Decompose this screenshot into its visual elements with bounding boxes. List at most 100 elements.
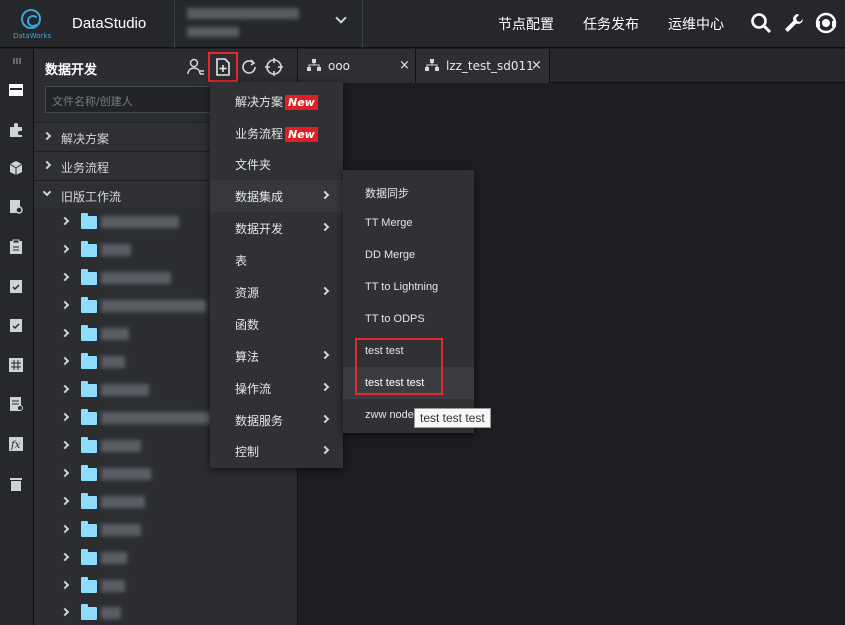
submenu-item-tt-to-odps[interactable]: TT to ODPS <box>343 303 474 335</box>
menu-item-data-service[interactable]: 数据服务 <box>210 404 343 436</box>
menu-item-folder[interactable]: 文件夹 <box>210 148 343 180</box>
search-icon[interactable] <box>750 12 772 34</box>
tooltip: test test test <box>414 408 491 428</box>
menu-item-algorithm[interactable]: 算法 <box>210 340 343 372</box>
project-selector[interactable] <box>187 4 355 44</box>
chevron-right-icon <box>60 440 70 450</box>
menu-item-label: 函数 <box>235 318 260 332</box>
close-icon[interactable]: × <box>399 58 410 73</box>
folder-icon <box>81 325 97 341</box>
tree-folder-row[interactable] <box>34 544 298 572</box>
folder-icon <box>81 269 97 285</box>
nav-task-publish[interactable]: 任务发布 <box>583 14 639 34</box>
menu-item-resource[interactable]: 资源 <box>210 276 343 308</box>
locate-icon[interactable] <box>264 57 284 77</box>
search-input[interactable]: 文件名称/创建人 <box>45 86 215 113</box>
tab-ooo[interactable]: ooo × <box>298 49 416 83</box>
form-icon[interactable] <box>8 396 24 412</box>
menu-item-table[interactable]: 表 <box>210 244 343 276</box>
svg-text:fx: fx <box>10 440 21 451</box>
close-icon[interactable]: × <box>531 58 542 73</box>
new-file-icon[interactable] <box>213 57 233 77</box>
doc-search-icon[interactable] <box>8 199 24 215</box>
folder-name-redacted <box>101 412 211 424</box>
grid-icon[interactable] <box>8 357 24 373</box>
folder-name-redacted <box>101 552 127 564</box>
chevron-right-icon <box>60 356 70 366</box>
clipboard-verify-icon[interactable] <box>8 317 24 333</box>
menu-item-label: 操作流 <box>235 382 272 396</box>
tab-lzz-test-sd011[interactable]: lzz_test_sd011 × <box>416 49 550 83</box>
menu-item-operation-flow[interactable]: 操作流 <box>210 372 343 404</box>
chevron-right-icon <box>320 286 330 296</box>
project-name-redacted <box>187 8 299 19</box>
menu-item-control[interactable]: 控制 <box>210 435 343 467</box>
function-icon[interactable]: fx <box>8 436 24 452</box>
nav-ops-center[interactable]: 运维中心 <box>668 14 724 34</box>
top-bar: DataWorks DataStudio 节点配置 任务发布 运维中心 <box>0 0 845 48</box>
folder-name-redacted <box>101 496 145 508</box>
data-dev-icon[interactable] <box>8 82 24 98</box>
clipboard-icon[interactable] <box>8 239 24 255</box>
chevron-right-icon <box>320 222 330 232</box>
header-divider <box>174 0 175 48</box>
menu-item-label: 算法 <box>235 350 260 364</box>
submenu-item-data-sync[interactable]: 数据同步 <box>343 175 474 207</box>
chevron-right-icon <box>320 382 330 392</box>
folder-icon <box>81 521 97 537</box>
menu-item-function[interactable]: 函数 <box>210 308 343 340</box>
chevron-right-icon <box>60 552 70 562</box>
refresh-icon[interactable] <box>239 57 259 77</box>
menu-item-data-integration[interactable]: 数据集成 <box>210 180 343 212</box>
nav-node-config[interactable]: 节点配置 <box>498 14 554 34</box>
folder-name-redacted <box>101 580 125 592</box>
menu-item-business-flow[interactable]: 业务流程 New <box>210 117 343 149</box>
dataworks-logo[interactable]: DataWorks <box>12 8 51 42</box>
chevron-right-icon <box>60 328 70 338</box>
folder-icon <box>81 353 97 369</box>
section-label: 旧版工作流 <box>61 190 122 204</box>
menu-item-label: 表 <box>235 254 248 268</box>
folder-icon <box>81 493 97 509</box>
menu-item-solution[interactable]: 解决方案 New <box>210 85 343 117</box>
tab-label: ooo <box>328 59 351 73</box>
menu-item-label: 业务流程 <box>235 127 284 141</box>
puzzle-icon[interactable] <box>8 122 24 138</box>
new-badge: New <box>285 95 318 110</box>
folder-name-redacted <box>101 356 125 368</box>
tree-folder-row[interactable] <box>34 516 298 544</box>
logo-mark-icon <box>21 9 41 29</box>
menu-item-data-dev[interactable]: 数据开发 <box>210 212 343 244</box>
chevron-right-icon <box>60 272 70 282</box>
submenu-item-label: TT Merge <box>365 217 413 229</box>
submenu-item-label: TT to ODPS <box>365 313 425 325</box>
support-icon[interactable] <box>815 12 837 34</box>
menu-item-label: 控制 <box>235 445 260 459</box>
submenu-item-label: DD Merge <box>365 249 416 261</box>
cube-icon[interactable] <box>8 160 24 176</box>
clipboard-check-icon[interactable] <box>8 278 24 294</box>
chevron-right-icon <box>320 445 330 455</box>
collapse-handle-icon[interactable] <box>9 53 25 64</box>
tree-folder-row[interactable] <box>34 599 298 625</box>
folder-name-redacted <box>101 524 141 536</box>
submenu-item-tt-merge[interactable]: TT Merge <box>343 207 474 239</box>
user-filter-icon[interactable] <box>186 57 206 77</box>
tree-folder-row[interactable] <box>34 488 298 516</box>
wrench-icon[interactable] <box>783 12 805 34</box>
submenu-item-dd-merge[interactable]: DD Merge <box>343 239 474 271</box>
chevron-right-icon <box>42 131 52 141</box>
new-badge: New <box>285 127 318 142</box>
logo-caption: DataWorks <box>13 32 52 40</box>
section-label: 解决方案 <box>61 132 110 146</box>
trash-icon[interactable] <box>8 476 24 492</box>
app-name: DataStudio <box>72 15 147 32</box>
menu-item-label: 文件夹 <box>235 158 272 172</box>
submenu-item-tt-to-lightning[interactable]: TT to Lightning <box>343 271 474 303</box>
tree-folder-row[interactable] <box>34 572 298 600</box>
chevron-right-icon <box>60 216 70 226</box>
folder-icon <box>81 604 97 620</box>
chevron-right-icon <box>60 607 70 617</box>
header-divider <box>362 0 363 48</box>
custom-nodes-highlight <box>355 338 443 395</box>
